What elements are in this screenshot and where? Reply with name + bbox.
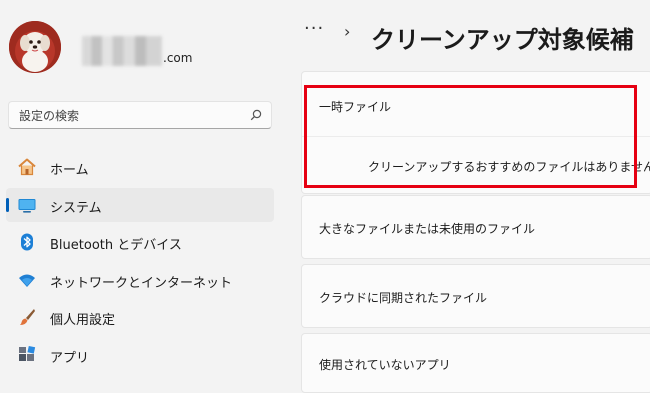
account-email-domain: .com	[163, 51, 193, 65]
nav-item-bluetooth[interactable]: Bluetooth とデバイス	[6, 225, 274, 259]
wifi-icon	[19, 274, 35, 287]
bluetooth-icon	[21, 233, 33, 251]
selected-indicator	[6, 197, 9, 212]
search-input[interactable]: 設定の検索	[19, 107, 79, 124]
chevron-right-icon: ›	[344, 22, 351, 41]
nav-label-apps: アプリ	[50, 350, 90, 366]
cloud-files-card[interactable]: クラウドに同期されたファイル	[301, 264, 650, 328]
nav-label-home: ホーム	[50, 163, 89, 178]
cloud-files-title: クラウドに同期されたファイル	[319, 291, 488, 305]
large-files-title: 大きなファイルまたは未使用のファイル	[319, 222, 536, 236]
nav-item-system[interactable]: システム	[6, 187, 274, 222]
nav-label-network: ネットワークとインターネット	[50, 275, 233, 291]
breadcrumb-more-button[interactable]: ···	[304, 18, 324, 39]
search-icon[interactable]	[250, 109, 262, 121]
nav-item-home[interactable]: ホーム	[6, 150, 274, 184]
brush-icon	[20, 309, 35, 325]
apps-icon	[19, 345, 36, 361]
nav-label-personalization: 個人用設定	[50, 313, 116, 328]
nav-label-bluetooth: Bluetooth とデバイス	[50, 238, 182, 253]
divider	[302, 136, 650, 137]
page-title: クリーンアップ対象候補	[371, 26, 634, 54]
unused-apps-title: 使用されていないアプリ	[319, 358, 451, 372]
temp-files-empty-message: クリーンアップするおすすめのファイルはありません。	[368, 160, 650, 174]
temp-files-card[interactable]: 一時ファイル クリーンアップするおすすめのファイルはありません。	[301, 71, 650, 194]
large-files-card[interactable]: 大きなファイルまたは未使用のファイル	[301, 195, 650, 259]
settings-search-box[interactable]: 設定の検索	[8, 101, 272, 129]
sidebar: .com 設定の検索 ホーム システム Bluetooth とデバイス ネットワ…	[0, 0, 282, 386]
nav-label-system: システム	[50, 200, 102, 216]
temp-files-title: 一時ファイル	[319, 100, 392, 114]
nav-item-personalization[interactable]: 個人用設定	[6, 300, 274, 334]
nav-item-apps[interactable]: アプリ	[6, 338, 274, 372]
dog-avatar-image	[9, 21, 61, 73]
home-icon	[18, 158, 36, 176]
nav-item-network[interactable]: ネットワークとインターネット	[6, 263, 274, 297]
avatar[interactable]	[9, 21, 61, 73]
system-icon	[18, 198, 36, 213]
nav-list: ホーム システム Bluetooth とデバイス ネットワークとインターネット	[6, 150, 274, 375]
account-email-redacted	[82, 36, 162, 66]
main-content: ··· › クリーンアップ対象候補 一時ファイル クリーンアップするおすすめのフ…	[282, 0, 650, 393]
unused-apps-card[interactable]: 使用されていないアプリ	[301, 333, 650, 393]
